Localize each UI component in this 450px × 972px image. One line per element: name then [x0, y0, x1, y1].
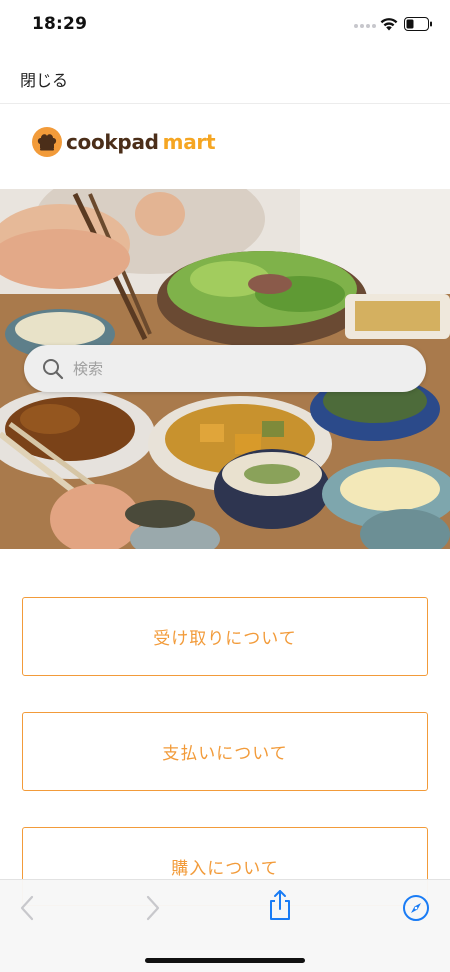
cellular-signal-icon	[354, 24, 376, 28]
cookpad-mart-logo: cookpad mart	[32, 126, 216, 158]
share-button[interactable]	[265, 890, 295, 920]
search-placeholder: 検索	[73, 360, 104, 378]
search-input[interactable]: 検索	[24, 345, 426, 392]
back-button[interactable]	[12, 893, 42, 923]
payment-info-button[interactable]: 支払いについて	[22, 712, 428, 791]
wifi-icon	[380, 18, 398, 31]
status-bar: 18:29	[0, 0, 450, 50]
search-icon	[43, 358, 64, 379]
logo-text-mart: mart	[162, 130, 216, 154]
forward-button[interactable]	[138, 893, 168, 923]
open-in-safari-button[interactable]	[401, 893, 431, 923]
share-icon	[270, 890, 290, 920]
compass-icon	[403, 895, 429, 921]
battery-icon	[404, 17, 432, 31]
status-time: 18:29	[32, 14, 88, 34]
back-icon	[20, 895, 34, 921]
logo-text-cookpad: cookpad	[66, 130, 159, 154]
receiving-info-button[interactable]: 受け取りについて	[22, 597, 428, 676]
close-button[interactable]: 閉じる	[20, 67, 68, 91]
nav-header: 閉じる	[0, 50, 450, 104]
chef-hat-icon	[32, 127, 62, 157]
forward-icon	[146, 895, 160, 921]
home-indicator	[145, 958, 305, 963]
